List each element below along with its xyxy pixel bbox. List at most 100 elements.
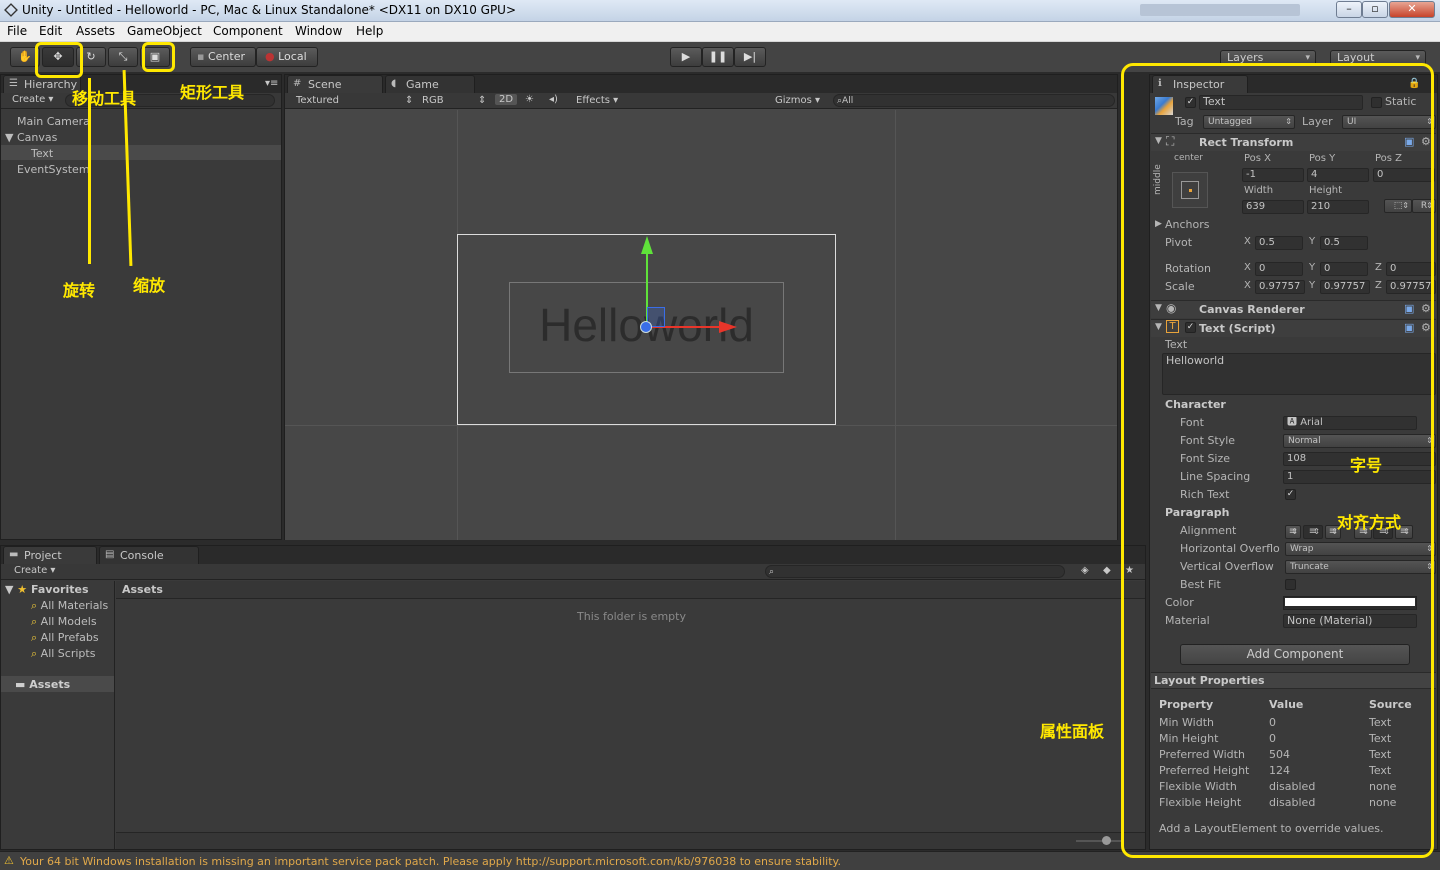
tab-project[interactable]: ▬ Project [3,546,97,564]
project-tabbar: ▬ Project ▤ Console [1,546,1145,564]
fav-label: All Materials [40,599,109,612]
annotation-move-tool: 移动工具 [72,89,137,108]
hierarchy-create-button[interactable]: Create ▾ [12,94,53,105]
center-label: Center [207,50,245,63]
tab-game[interactable]: ◖ Game [385,75,475,93]
folder-icon: ▬ [9,549,19,560]
annotation-scale: 缩放 [133,276,166,295]
fav-label: All Models [40,615,97,628]
fav-all-materials[interactable]: ⌕ All Materials [31,599,108,613]
fav-all-prefabs[interactable]: ⌕ All Prefabs [31,631,99,645]
rotate-icon: ↻ [86,50,96,63]
scene-viewport[interactable]: Helloworld [285,110,1117,540]
hierarchy-item-canvas[interactable]: Canvas [17,131,57,144]
scene-tabbar: # Scene ◖ Game [285,75,1117,93]
project-create-label: Create [14,565,48,576]
tab-scene[interactable]: # Scene [287,75,383,93]
fav-all-scripts[interactable]: ⌕ All Scripts [31,647,95,661]
play-button[interactable]: ▶ [670,47,702,67]
gizmo-y-arrow-icon[interactable] [641,236,653,254]
project-panel: ▬ Project ▤ Console Create ▾ ⌕ ◈ ◆ ★ ▼ ★ F… [0,545,1146,850]
pivot-local-toggle[interactable]: ● Local [256,47,318,67]
filter-label-icon[interactable]: ◆ [1103,565,1111,576]
project-search-input[interactable]: ⌕ [765,565,1065,578]
empty-folder-message: This folder is empty [577,610,686,623]
scene-panel: # Scene ◖ Game Textured ⇕ RGB ⇕ 2D ☀ ◂) Ef… [284,74,1118,540]
lighting-toggle-icon[interactable]: ☀ [525,94,534,105]
scale-icon: ⤡ [118,50,128,63]
grid-line [285,425,1117,426]
menu-gameobject[interactable]: GameObject [127,24,202,38]
menu-file[interactable]: File [7,24,27,38]
menu-assets[interactable]: Assets [76,24,115,38]
project-footer [116,832,1145,849]
maximize-button[interactable]: ▫ [1362,1,1388,18]
render-mode-dropdown[interactable]: RGB [422,95,444,106]
shading-mode-dropdown[interactable]: Textured [296,95,339,106]
favorites-label: Favorites [31,583,89,596]
pivot-center-toggle[interactable]: ▪ Center [190,47,256,67]
game-icon: ◖ [391,78,397,89]
pause-button[interactable]: ❚❚ [702,47,734,67]
audio-toggle-icon[interactable]: ◂) [549,94,558,105]
project-subbar: Create ▾ ⌕ ◈ ◆ ★ [1,564,1145,580]
zoom-slider-handle[interactable] [1102,836,1111,845]
dropdown-arrow-icon: ⇕ [478,95,487,106]
menu-component[interactable]: Component [213,24,283,38]
hierarchy-foldout-icon[interactable]: ▼ [5,131,13,144]
dropdown-arrow-icon: ⇕ [405,95,414,106]
local-label: Local [278,50,307,63]
minimize-button[interactable]: – [1336,1,1362,18]
fav-all-models[interactable]: ⌕ All Models [31,615,97,629]
2d-mode-toggle[interactable]: 2D [495,94,518,105]
filter-type-icon[interactable]: ◈ [1081,565,1089,576]
annotation-alignment: 对齐方式 [1337,513,1402,532]
gizmos-dropdown[interactable]: Gizmos ▾ [775,95,820,106]
project-create-button[interactable]: Create ▾ [14,565,55,576]
scene-search-input[interactable]: ⌕All [833,94,1115,107]
scene-grid-icon: # [293,78,302,89]
annotation-rotate: 旋转 [63,281,96,300]
annotation-font-size: 字号 [1350,456,1383,475]
console-tab-label: Console [120,549,164,562]
hand-icon: ✋ [18,50,32,63]
project-tab-label: Project [24,549,62,562]
search-icon: ⌕ [31,599,38,612]
close-window-button[interactable]: ✕ [1389,1,1435,18]
gizmos-label: Gizmos [775,95,812,106]
menu-edit[interactable]: Edit [39,24,62,38]
menu-help[interactable]: Help [356,24,383,38]
status-message: Your 64 bit Windows installation is miss… [20,855,841,868]
blurred-region [1140,4,1300,16]
effects-dropdown[interactable]: Effects ▾ [576,95,618,106]
annotation-box-inspector [1121,63,1434,858]
fav-label: All Prefabs [40,631,99,644]
hierarchy-create-label: Create [12,94,46,105]
scale-tool-button[interactable]: ⤡ [108,47,138,67]
tab-console[interactable]: ▤ Console [99,546,199,564]
zoom-slider[interactable] [1076,840,1122,842]
hierarchy-panel: ☰ Hierarchy ▾≡ Create ▾ Main Camera ▼ Can… [0,74,282,540]
annotation-box-rect-tool [142,42,175,72]
hierarchy-item-eventsystem[interactable]: EventSystem [17,163,90,176]
warning-icon: ⚠ [4,854,14,867]
step-button[interactable]: ▶| [734,47,766,67]
annotation-rect-tool: 矩形工具 [180,83,245,102]
fav-label: All Scripts [40,647,96,660]
favorites-folder[interactable]: ▼ ★ Favorites [5,583,89,596]
menu-bar: File Edit Assets GameObject Component Wi… [0,22,1440,42]
hierarchy-item-text[interactable]: Text [31,147,53,160]
list-icon: ☰ [9,78,18,89]
search-icon: ⌕ [31,631,38,644]
panel-menu-icon[interactable]: ▾≡ [265,78,278,89]
project-tree: ▼ ★ Favorites ⌕ All Materials ⌕ All Mode… [1,581,115,849]
play-icon: ▶ [681,50,691,63]
hierarchy-item-main-camera[interactable]: Main Camera [17,115,90,128]
assets-breadcrumb: Assets [116,581,1145,599]
assets-folder[interactable]: ▬ Assets [15,678,70,691]
gizmo-x-arrow-icon[interactable] [719,321,737,333]
pivot-icon[interactable] [640,321,652,333]
effects-label: Effects [576,95,610,106]
step-icon: ▶| [743,50,757,63]
menu-window[interactable]: Window [295,24,342,38]
